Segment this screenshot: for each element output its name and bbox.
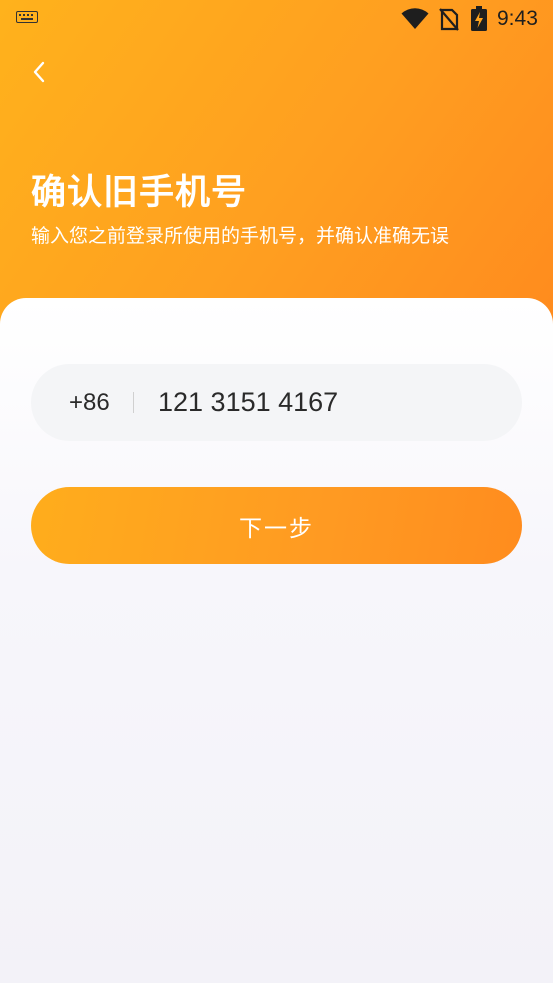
no-sim-icon (439, 8, 459, 31)
status-time: 9:43 (497, 7, 538, 30)
country-code-selector[interactable]: +86 (69, 364, 110, 441)
wifi-icon (401, 8, 429, 29)
status-bar: 9:43 (0, 0, 553, 38)
back-button[interactable] (24, 56, 54, 88)
phone-input-group: +86 (31, 364, 522, 441)
divider (133, 392, 134, 413)
page-subtitle: 输入您之前登录所使用的手机号，并确认准确无误 (31, 225, 450, 247)
page-title: 确认旧手机号 (31, 173, 248, 213)
chevron-left-icon (33, 61, 45, 83)
phone-input[interactable] (158, 364, 498, 441)
keyboard-icon (16, 11, 38, 23)
next-button[interactable]: 下一步 (31, 487, 522, 564)
battery-charging-icon (471, 6, 487, 31)
